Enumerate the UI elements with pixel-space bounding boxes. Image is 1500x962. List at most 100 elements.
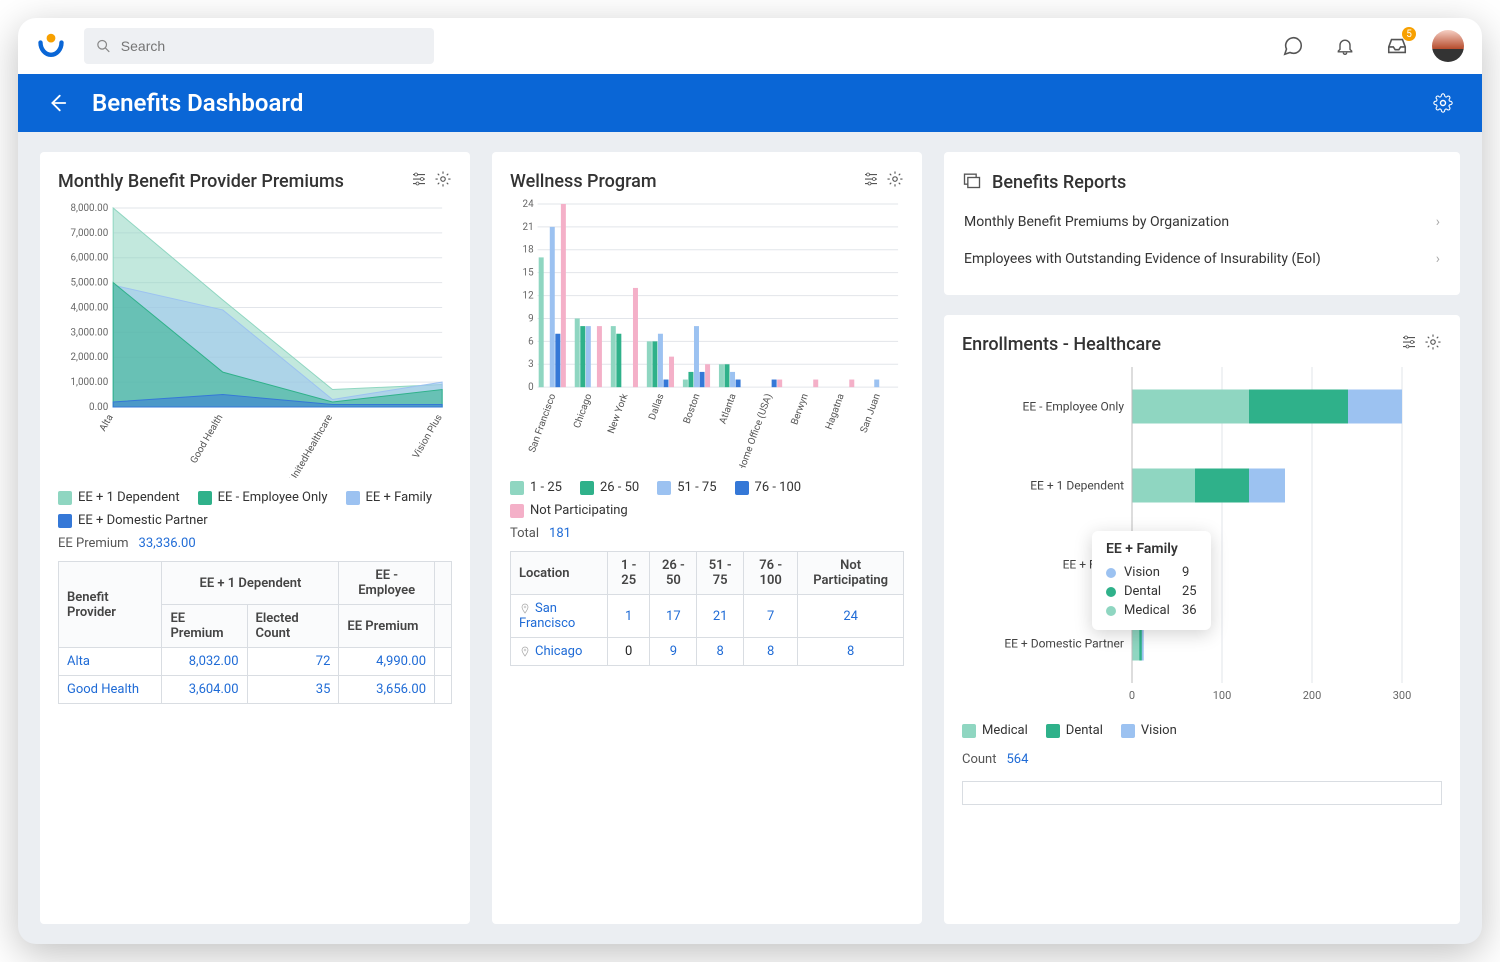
chat-icon[interactable] (1276, 29, 1310, 63)
card-wellness: Wellness Program 0 3 6 9 12 15 18 21 24 San Franc… (492, 152, 922, 924)
svg-text:Hagatna: Hagatna (824, 392, 847, 431)
svg-text:EE + Domestic Partner: EE + Domestic Partner (1004, 637, 1124, 651)
workday-logo[interactable] (36, 31, 66, 61)
svg-text:12: 12 (523, 291, 535, 302)
legend-item[interactable]: 76 - 100 (735, 480, 802, 495)
legend-item[interactable]: 51 - 75 (657, 480, 716, 495)
sliders-icon[interactable] (862, 170, 880, 192)
svg-text:300: 300 (1393, 689, 1412, 702)
sliders-icon[interactable] (410, 170, 428, 192)
legend-item[interactable]: Not Participating (510, 503, 628, 518)
premiums-legend: EE + 1 Dependent EE - Employee Only EE + F… (58, 490, 452, 528)
svg-text:3,000.00: 3,000.00 (71, 327, 109, 338)
svg-text:4,000.00: 4,000.00 (71, 302, 109, 313)
svg-text:0: 0 (1129, 689, 1135, 702)
svg-text:24: 24 (523, 199, 535, 210)
svg-text:Atlanta: Atlanta (718, 392, 739, 425)
legend-item[interactable]: EE + Family (346, 490, 433, 505)
svg-text:EE + 1 Dependent: EE + 1 Dependent (1030, 479, 1124, 493)
svg-text:21: 21 (523, 222, 534, 233)
chevron-right-icon: › (1436, 214, 1440, 230)
wellness-table: Location1 - 2526 - 5051 - 7576 - 100Not … (510, 551, 904, 666)
bell-icon[interactable] (1328, 29, 1362, 63)
svg-text:San Juan: San Juan (859, 392, 883, 434)
gear-icon[interactable] (1426, 86, 1460, 120)
legend-item[interactable]: Dental (1046, 723, 1103, 738)
enroll-legend: Medical Dental Vision (962, 723, 1442, 738)
wellness-chart[interactable]: 0 3 6 9 12 15 18 21 24 San Francisco Chicago New Yo… (510, 198, 904, 468)
svg-text:15: 15 (523, 268, 535, 279)
svg-text:0.00: 0.00 (89, 402, 108, 413)
wellness-legend: 1 - 25 26 - 50 51 - 75 76 - 100 Not Particip… (510, 480, 904, 518)
gear-icon[interactable] (886, 170, 904, 192)
reports-title: Benefits Reports (992, 172, 1126, 193)
svg-text:0: 0 (528, 382, 534, 393)
svg-text:Boston: Boston (682, 392, 703, 425)
chevron-right-icon: › (1436, 251, 1440, 267)
premiums-chart[interactable]: 0.00 1,000.00 2,000.00 3,000.00 4,000.00 5,00… (58, 198, 452, 478)
legend-item[interactable]: 1 - 25 (510, 480, 562, 495)
card-enrollments: Enrollments - Healthcare 0100200300EE - … (944, 315, 1460, 924)
table-row: San Francisco11721724 (511, 595, 904, 638)
search-icon (96, 38, 111, 54)
legend-item[interactable]: 26 - 50 (580, 480, 639, 495)
wellness-total: Total181 (510, 526, 904, 541)
gear-icon[interactable] (434, 170, 452, 192)
svg-text:EE - Employee Only: EE - Employee Only (1023, 400, 1125, 414)
svg-text:7,000.00: 7,000.00 (71, 228, 109, 239)
avatar[interactable] (1432, 30, 1464, 62)
report-item[interactable]: Monthly Benefit Premiums by Organization… (962, 204, 1442, 240)
provider-link[interactable]: Alta (59, 648, 162, 676)
search-input[interactable] (121, 38, 422, 54)
legend-item[interactable]: EE + 1 Dependent (58, 490, 180, 505)
premiums-table: Benefit ProviderEE + 1 DependentEE - Emp… (58, 561, 452, 704)
svg-text:New York: New York (606, 392, 631, 435)
gear-icon[interactable] (1424, 333, 1442, 355)
svg-text:18: 18 (523, 245, 534, 256)
svg-text:5,000.00: 5,000.00 (71, 278, 109, 289)
svg-text:Vision Plus: Vision Plus (411, 413, 445, 461)
legend-item[interactable]: Medical (962, 723, 1028, 738)
sliders-icon[interactable] (1400, 333, 1418, 355)
legend-item[interactable]: EE + Domestic Partner (58, 513, 208, 528)
premiums-total: EE Premium33,336.00 (58, 536, 452, 551)
svg-text:9: 9 (528, 313, 534, 324)
enroll-count: Count564 (962, 752, 1442, 767)
search-box[interactable] (84, 28, 434, 64)
enroll-table-placeholder (962, 781, 1442, 805)
table-row: Good Health3,604.00353,656.00 (59, 676, 452, 704)
svg-text:1,000.00: 1,000.00 (71, 377, 109, 388)
enroll-chart[interactable]: 0 100 200 300 EE - Employee Only EE + 1 Depen… (962, 361, 1442, 711)
svg-text:San Francisco: San Francisco (527, 392, 559, 454)
table-row: Alta8,032.00724,990.00 (59, 648, 452, 676)
topbar: 5 (18, 18, 1482, 74)
worklets-icon (962, 170, 982, 194)
svg-text:200: 200 (1303, 689, 1322, 702)
svg-text:Chicago: Chicago (572, 392, 595, 430)
report-item[interactable]: Employees with Outstanding Evidence of I… (962, 240, 1442, 277)
svg-text:Good Health: Good Health (189, 413, 226, 466)
location-link[interactable]: Chicago (535, 644, 582, 659)
table-row: Chicago09888 (511, 638, 904, 666)
svg-text:2,000.00: 2,000.00 (71, 352, 109, 363)
svg-text:Dallas: Dallas (647, 392, 667, 421)
svg-text:6: 6 (528, 336, 534, 347)
page-title: Benefits Dashboard (92, 89, 303, 117)
back-arrow-icon[interactable] (40, 86, 74, 120)
page-banner: Benefits Dashboard (18, 74, 1482, 132)
legend-item[interactable]: Vision (1121, 723, 1177, 738)
card-premiums: Monthly Benefit Provider Premiums 0.00 1,… (40, 152, 470, 924)
provider-link[interactable]: Good Health (59, 676, 162, 704)
card-reports: Benefits Reports Monthly Benefit Premium… (944, 152, 1460, 295)
inbox-icon[interactable]: 5 (1380, 29, 1414, 63)
inbox-badge: 5 (1402, 27, 1416, 41)
svg-text:3: 3 (528, 359, 534, 370)
wellness-title: Wellness Program (510, 171, 657, 192)
legend-item[interactable]: EE - Employee Only (198, 490, 328, 505)
svg-text:Berwyn: Berwyn (789, 392, 810, 426)
svg-text:Alta: Alta (98, 413, 116, 434)
svg-text:100: 100 (1213, 689, 1232, 702)
svg-text:6,000.00: 6,000.00 (71, 253, 109, 264)
premiums-title: Monthly Benefit Provider Premiums (58, 171, 344, 192)
enroll-tooltip: EE + Family Vision9Dental25Medical36 (1092, 531, 1211, 630)
